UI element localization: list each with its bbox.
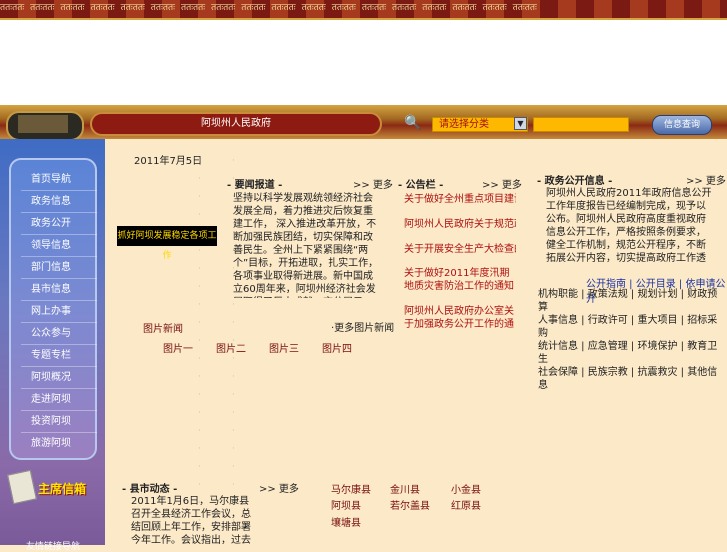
pattern-text: ततःततः — [361, 3, 387, 13]
letter-icon — [7, 469, 37, 505]
magnifier-icon: 🔍 — [404, 115, 422, 131]
gov-category[interactable]: 环境保护 — [637, 341, 677, 352]
sidebar-item[interactable]: 投资阿坝 — [21, 412, 97, 433]
current-date: 2011年7月5日 — [134, 156, 203, 167]
gov-category[interactable]: 政策法规 — [588, 289, 628, 300]
pattern-text: ततःततः — [60, 3, 85, 13]
pattern-text: ततःततः — [512, 3, 537, 13]
sidebar-item[interactable]: 专题专栏 — [21, 346, 97, 367]
county-news-title: - 县市动态 - — [122, 484, 178, 495]
pattern-text: ततःततः — [0, 3, 25, 13]
county-news-summary: 2011年1月6日，马尔康县召开全县经济工作会议，总结回顾上年工作，安排部署今年… — [131, 496, 251, 546]
notice-title: - 公告栏 - — [398, 180, 444, 191]
sidebar-nav: 首页导航 政务信息 政务公开 领导信息 部门信息 县市信息 网上办事 公众参与 … — [9, 158, 97, 460]
gov-info-title: - 政务公开信息 - — [537, 176, 613, 187]
gov-category[interactable]: 民族宗教 — [588, 367, 628, 378]
gov-category[interactable]: 规划计划 — [637, 289, 677, 300]
picture-tab[interactable]: 图片一 — [163, 340, 193, 355]
pattern-text: ततःततः — [482, 3, 507, 13]
pattern-text: ततःततः — [90, 3, 115, 13]
sidebar-item[interactable]: 部门信息 — [21, 258, 97, 279]
notice-more-link[interactable]: >> 更多 — [482, 176, 522, 191]
gov-category[interactable]: 人事信息 — [538, 315, 578, 326]
sidebar-item[interactable]: 首页导航 — [21, 170, 97, 191]
county-link[interactable]: 壤塘县 — [331, 514, 361, 529]
notice-item[interactable]: 关于做好2011年度汛期地质灾害防治工作的通知 — [404, 267, 516, 293]
pattern-text: ततःततः — [452, 3, 477, 13]
pattern-text: ततःततः — [301, 3, 326, 13]
pattern-text: ततःततः — [30, 3, 55, 13]
picture-news-more[interactable]: ·更多图片新闻 — [331, 319, 394, 334]
sidebar-item[interactable]: 政务公开 — [21, 214, 97, 235]
sidebar-footer: 友情链接导航 — [26, 542, 81, 552]
gov-category[interactable]: 统计信息 — [538, 341, 578, 352]
sidebar-item[interactable]: 走进阿坝 — [21, 390, 97, 411]
search-button[interactable]: 信息查询 — [652, 115, 712, 135]
picture-tab[interactable]: 图片四 — [322, 340, 352, 355]
notice-item[interactable]: 阿坝州人民政府办公室关于加强政务公开工作的通知 — [404, 305, 516, 331]
pattern-text: ततःततः — [331, 3, 356, 13]
gov-category[interactable]: 重大项目 — [637, 315, 677, 326]
pattern-text: ततःततः — [150, 3, 175, 13]
sidebar-item[interactable]: 网上办事 — [21, 302, 97, 323]
gov-category-grid: 机构职能 | 政策法规 | 规划计划 | 财政预算 人事信息 | 行政许可 | … — [538, 289, 718, 391]
banner-title: 阿坝州人民政府 — [90, 112, 382, 136]
county-link[interactable]: 马尔康县 — [331, 481, 371, 496]
gov-info-more-link[interactable]: >> 更多 — [686, 172, 726, 187]
pattern-text: ततःततः — [211, 3, 236, 13]
gov-info-summary: 阿坝州人民政府2011年政府信息公开工作年度报告已经编制完成，现予以公布。阿坝州… — [546, 188, 712, 264]
notice-item[interactable]: 阿坝州人民政府关于规范政务信息报送的通知 — [404, 218, 516, 231]
mailbox-label: 主席信箱 — [38, 482, 87, 496]
sidebar-item[interactable]: 县市信息 — [21, 280, 97, 301]
pattern-text: ततःततः — [271, 3, 296, 13]
picture-news-label[interactable]: 图片新闻 — [143, 320, 183, 335]
news-more-link[interactable]: >> 更多 — [353, 176, 393, 191]
gov-category[interactable]: 应急管理 — [588, 341, 628, 352]
mailbox-link[interactable]: 主席信箱 — [7, 469, 94, 505]
divider: ····················· — [198, 156, 201, 526]
notice-item[interactable]: 关于做好全州重点项目建设工作的通知公告 — [404, 193, 516, 206]
county-link[interactable]: 红原县 — [451, 497, 481, 512]
news-title: - 要闻报道 - — [227, 180, 283, 191]
notice-item[interactable]: 关于开展安全生产大检查的通知 — [404, 243, 516, 256]
pattern-text: ततःततः — [392, 3, 417, 13]
sidebar-item[interactable]: 公众参与 — [21, 324, 97, 345]
search-input[interactable] — [533, 117, 629, 132]
logo-emblem — [18, 115, 68, 133]
pattern-text: ततःततः — [241, 3, 266, 13]
chevron-down-icon[interactable]: ▼ — [514, 117, 527, 130]
county-news-more-link[interactable]: >> 更多 — [259, 480, 299, 495]
pattern-text: ततःततः — [422, 3, 447, 13]
county-link[interactable]: 金川县 — [390, 481, 420, 496]
gov-category[interactable]: 行政许可 — [588, 315, 628, 326]
gov-category[interactable]: 抗震救灾 — [637, 367, 677, 378]
sidebar-item[interactable]: 旅游阿坝 — [21, 434, 97, 454]
banner-blank-area — [0, 20, 727, 105]
county-link[interactable]: 若尔盖县 — [390, 497, 430, 512]
sidebar-item[interactable]: 政务信息 — [21, 192, 97, 213]
gov-category[interactable]: 机构职能 — [538, 289, 578, 300]
pattern-text: ततःततः — [120, 3, 145, 13]
county-link[interactable]: 小金县 — [451, 481, 481, 496]
top-decoration-band: ततःततः ततःततः ततःततः ततःततः ततःततः ततःततः ततःत… — [0, 0, 727, 20]
county-link[interactable]: 阿坝县 — [331, 497, 361, 512]
picture-tab[interactable]: 图片二 — [216, 340, 246, 355]
gov-category[interactable]: 社会保障 — [538, 367, 578, 378]
sidebar-item[interactable]: 阿坝概况 — [21, 368, 97, 389]
sidebar-item[interactable]: 领导信息 — [21, 236, 97, 257]
pattern-text: ततःततः — [180, 3, 206, 13]
picture-tab[interactable]: 图片三 — [269, 340, 299, 355]
promo-banner[interactable]: 抓好阿坝发展稳定各项工作 — [117, 226, 217, 261]
news-summary: 坚持以科学发展观统领经济社会发展全局，着力推进灾后恢复重建工作， 深入推进改革开… — [233, 193, 379, 298]
